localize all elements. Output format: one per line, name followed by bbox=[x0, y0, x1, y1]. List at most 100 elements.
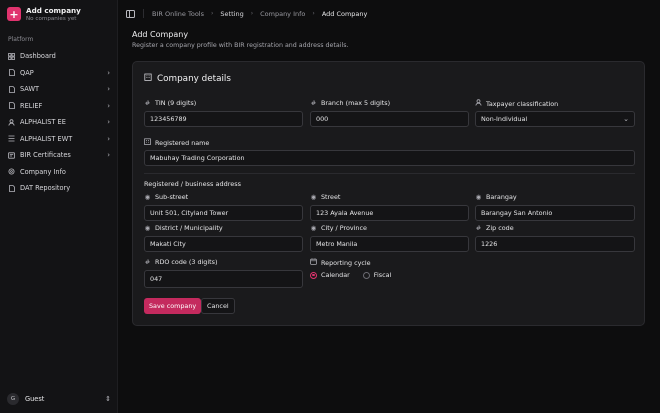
district-label: ◉ District / Municipality bbox=[144, 224, 223, 232]
sub-street-label: ◉ Sub-street bbox=[144, 193, 189, 201]
sidebar-item-label: QAP bbox=[20, 68, 34, 77]
chevron-right-icon: › bbox=[211, 10, 214, 17]
file-icon bbox=[8, 102, 15, 110]
breadcrumb-setting[interactable]: Setting bbox=[220, 10, 243, 18]
sidebar-nav: Dashboard QAP › SAWT › RELIEF › ALPHALIS… bbox=[0, 48, 118, 197]
reporting-cycle-label: Reporting cycle bbox=[310, 258, 371, 267]
reporting-cycle-label-text: Reporting cycle bbox=[321, 258, 371, 267]
user-name: Guest bbox=[25, 395, 45, 403]
street-input[interactable]: 123 Ayala Avenue bbox=[310, 205, 469, 221]
building-icon bbox=[144, 138, 151, 147]
plus-icon: + bbox=[7, 7, 21, 21]
file-icon bbox=[8, 69, 15, 77]
radio-fiscal[interactable]: Fiscal bbox=[362, 271, 391, 279]
breadcrumb-bir-online-tools[interactable]: BIR Online Tools bbox=[152, 10, 204, 18]
sidebar-toggle-icon[interactable] bbox=[126, 9, 135, 18]
add-company-switcher[interactable]: + Add company No companies yet bbox=[7, 6, 81, 22]
card-title-text: Company details bbox=[157, 73, 231, 84]
registered-name-label: Registered name bbox=[144, 138, 209, 147]
breadcrumb: BIR Online Tools › Setting › Company Inf… bbox=[152, 10, 367, 18]
hash-icon: # bbox=[310, 99, 317, 107]
street-label: ◉ Street bbox=[310, 193, 341, 201]
company-details-card: Company details # TIN (9 digits) 1234567… bbox=[132, 61, 645, 326]
user-icon bbox=[475, 99, 482, 108]
radio-indicator bbox=[362, 271, 370, 279]
chevron-right-icon: › bbox=[107, 134, 110, 143]
taxpayer-selected-value: Non-Individual bbox=[481, 115, 528, 123]
cancel-button[interactable]: Cancel bbox=[201, 298, 235, 314]
chevron-down-icon: ⌄ bbox=[623, 115, 629, 123]
sub-street-label-text: Sub-street bbox=[155, 193, 189, 201]
chevron-right-icon: › bbox=[250, 10, 254, 17]
map-pin-icon: ◉ bbox=[310, 224, 317, 232]
branch-label-text: Branch (max 5 digits) bbox=[321, 99, 391, 107]
taxpayer-label-text: Taxpayer classification bbox=[486, 99, 559, 108]
barangay-label: ◉ Barangay bbox=[475, 193, 517, 201]
top-bar: BIR Online Tools › Setting › Company Inf… bbox=[118, 0, 660, 27]
chevron-right-icon: › bbox=[107, 85, 110, 94]
reporting-cycle-radio-group: Calendar Fiscal bbox=[310, 271, 399, 279]
registered-name-label-text: Registered name bbox=[155, 138, 210, 147]
page-subtitle: Register a company profile with BIR regi… bbox=[132, 42, 349, 49]
registered-name-input[interactable]: Mabuhay Trading Corporation bbox=[144, 150, 635, 166]
map-pin-icon: ◉ bbox=[144, 224, 151, 232]
users-icon bbox=[8, 119, 15, 126]
barangay-input[interactable]: Barangay San Antonio bbox=[475, 205, 635, 221]
sidebar-item-label: Company Info bbox=[20, 167, 66, 176]
sidebar-item-label: ALPHALIST EWT bbox=[20, 134, 73, 143]
user-menu[interactable]: G Guest ⇕ bbox=[7, 393, 111, 405]
district-input[interactable]: Makati City bbox=[144, 236, 303, 252]
avatar: G bbox=[7, 393, 19, 405]
rdo-input[interactable]: 047 bbox=[144, 270, 303, 288]
sub-street-input[interactable]: Unit 501, Cityland Tower bbox=[144, 205, 303, 221]
certificate-icon bbox=[8, 152, 15, 159]
tin-input[interactable]: 123456789 bbox=[144, 111, 303, 127]
calendar-icon bbox=[310, 258, 317, 267]
sidebar-item-company-info[interactable]: Company Info bbox=[0, 164, 118, 181]
building-icon bbox=[144, 73, 152, 84]
gear-icon bbox=[8, 168, 15, 175]
sidebar-section-label: Platform bbox=[8, 36, 34, 43]
district-label-text: District / Municipality bbox=[155, 224, 223, 232]
breadcrumb-add-company: Add Company bbox=[321, 9, 368, 18]
sidebar-item-bir-certificates[interactable]: BIR Certificates › bbox=[0, 147, 118, 164]
radio-calendar-label: Calendar bbox=[321, 271, 350, 279]
breadcrumb-company-info[interactable]: Company Info bbox=[260, 10, 305, 18]
tin-label: # TIN (9 digits) bbox=[144, 99, 196, 107]
save-company-button[interactable]: Save company bbox=[144, 298, 202, 314]
sidebar-item-sawt[interactable]: SAWT › bbox=[0, 81, 118, 98]
sidebar-item-alphalist-ee[interactable]: ALPHALIST EE › bbox=[0, 114, 118, 131]
sidebar-item-label: BIR Certificates bbox=[20, 151, 71, 160]
city-input[interactable]: Metro Manila bbox=[310, 236, 469, 252]
sidebar-item-dat-repository[interactable]: DAT Repository bbox=[0, 180, 118, 197]
sidebar-item-label: RELIEF bbox=[20, 101, 43, 110]
zip-input[interactable]: 1226 bbox=[475, 236, 635, 252]
barangay-label-text: Barangay bbox=[486, 193, 517, 201]
chevron-right-icon: › bbox=[107, 151, 110, 160]
tin-label-text: TIN (9 digits) bbox=[155, 99, 197, 107]
sidebar-item-qap[interactable]: QAP › bbox=[0, 65, 118, 82]
radio-calendar[interactable]: Calendar bbox=[310, 271, 350, 279]
sidebar-item-relief[interactable]: RELIEF › bbox=[0, 98, 118, 115]
brand-title: Add company bbox=[26, 6, 81, 15]
dashboard-icon bbox=[8, 52, 15, 60]
rdo-label: # RDO code (3 digits) bbox=[144, 258, 218, 266]
list-icon bbox=[8, 135, 15, 142]
branch-label: # Branch (max 5 digits) bbox=[310, 99, 390, 107]
sidebar-item-dashboard[interactable]: Dashboard bbox=[0, 48, 118, 65]
sidebar-item-label: Dashboard bbox=[20, 52, 56, 61]
hash-icon: # bbox=[144, 258, 151, 266]
address-section-heading: Registered / business address bbox=[144, 180, 241, 188]
section-divider bbox=[144, 173, 635, 174]
taxpayer-label: Taxpayer classification bbox=[475, 99, 558, 108]
taxpayer-select[interactable]: Non-Individual ⌄ bbox=[475, 111, 635, 127]
sidebar-item-label: ALPHALIST EE bbox=[20, 118, 66, 127]
street-label-text: Street bbox=[321, 193, 341, 201]
card-title: Company details bbox=[144, 73, 231, 84]
divider bbox=[143, 9, 144, 18]
chevron-right-icon: › bbox=[312, 10, 315, 17]
sidebar-item-label: SAWT bbox=[20, 85, 40, 94]
sidebar-item-alphalist-ewt[interactable]: ALPHALIST EWT › bbox=[0, 131, 118, 148]
file-icon bbox=[8, 184, 15, 192]
branch-input[interactable]: 000 bbox=[310, 111, 469, 127]
